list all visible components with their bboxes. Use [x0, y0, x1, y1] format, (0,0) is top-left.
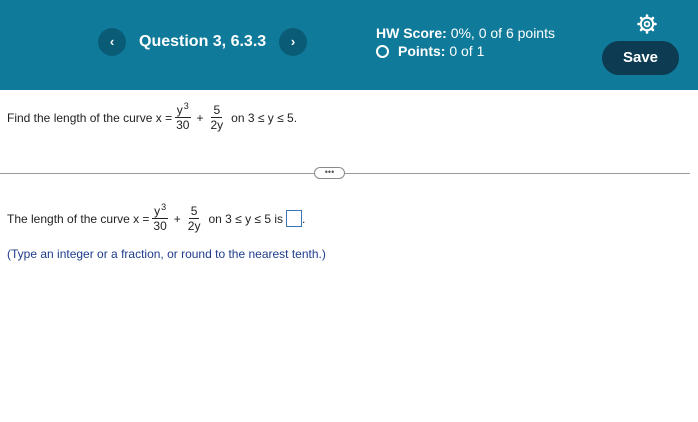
problem-range: on 3 ≤ y ≤ 5.: [231, 110, 298, 125]
answer-fraction-y-cubed-over-30: y3 30: [151, 202, 169, 233]
frac1-denominator: 30: [176, 118, 190, 132]
section-divider: [0, 173, 690, 174]
answer-range: on 3 ≤ y ≤ 5 is: [208, 211, 284, 226]
answer-prefix: The length of the curve x =: [7, 211, 150, 226]
plus-sign: +: [196, 110, 204, 125]
frac1-numerator: y: [176, 103, 183, 117]
header-bar: ‹ Question 3, 6.3.3 › HW Score: 0%, 0 of…: [0, 0, 698, 90]
answer-frac2-numerator: 5: [188, 204, 200, 219]
fraction-y-cubed-over-30: y3 30: [174, 101, 191, 132]
answer-plus-sign: +: [173, 211, 181, 226]
answer-frac2-denominator: 2y: [187, 219, 201, 233]
question-title: Question 3, 6.3.3: [139, 33, 267, 50]
frac1-exponent: 3: [183, 101, 189, 111]
frac2-denominator: 2y: [210, 118, 224, 132]
expand-more-button[interactable]: •••: [314, 167, 345, 179]
points-status: Points: 0 of 1: [376, 43, 484, 59]
gear-icon[interactable]: [637, 14, 657, 34]
hw-score-label: HW Score:: [376, 25, 447, 41]
points-label: Points:: [398, 43, 446, 59]
answer-frac1-exponent: 3: [161, 202, 167, 212]
next-question-button[interactable]: ›: [279, 28, 307, 56]
frac2-numerator: 5: [211, 103, 223, 118]
problem-prefix: Find the length of the curve x =: [7, 110, 173, 125]
answer-statement: The length of the curve x = y3 30 + 5 2y…: [7, 202, 306, 233]
answer-hint: (Type an integer or a fraction, or round…: [7, 247, 326, 261]
hw-score-value: 0%, 0 of 6 points: [450, 25, 555, 41]
answer-fraction-5-over-2y: 5 2y: [186, 205, 203, 232]
points-value: 0 of 1: [449, 43, 485, 59]
previous-question-button[interactable]: ‹: [98, 28, 126, 56]
hw-score: HW Score: 0%, 0 of 6 points: [376, 25, 555, 41]
save-button[interactable]: Save: [602, 41, 679, 75]
answer-frac1-numerator: y: [154, 204, 161, 218]
problem-statement: Find the length of the curve x = y3 30 +…: [7, 101, 298, 132]
answer-frac1-denominator: 30: [153, 219, 167, 233]
answer-period: .: [302, 211, 306, 226]
fraction-5-over-2y: 5 2y: [208, 104, 225, 131]
points-ring-icon: [376, 44, 389, 58]
chevron-right-icon: ›: [290, 34, 296, 49]
answer-input[interactable]: [286, 210, 303, 227]
chevron-left-icon: ‹: [109, 34, 115, 49]
